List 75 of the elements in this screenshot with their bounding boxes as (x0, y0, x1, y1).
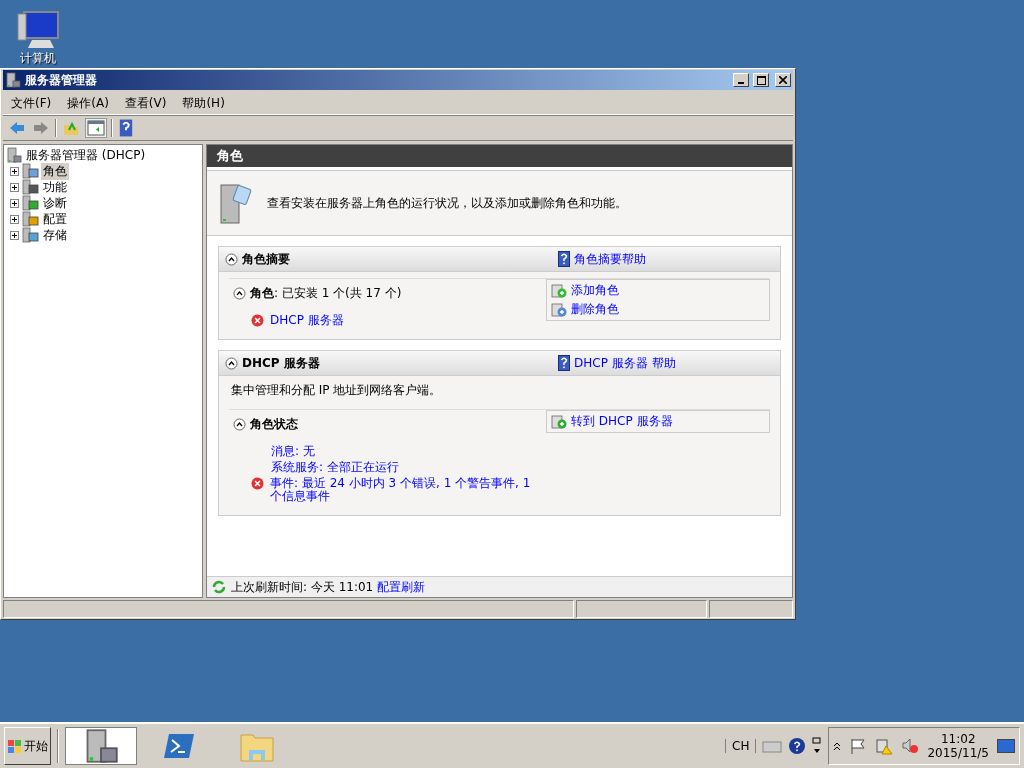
taskbar-app-button[interactable] (65, 727, 137, 765)
language-indicator[interactable]: CH (725, 739, 757, 753)
tree-item[interactable]: 角色 (41, 162, 69, 180)
help-icon (558, 355, 570, 371)
error-icon (251, 314, 264, 327)
speaker-muted-icon[interactable] (901, 737, 920, 755)
refresh-icon (211, 579, 227, 595)
error-icon (251, 477, 264, 490)
menu-item[interactable]: 文件(F) (3, 94, 60, 112)
help-link[interactable]: DHCP 服务器 帮助 (558, 354, 774, 372)
intro-text: 查看安装在服务器上角色的运行状况，以及添加或删除角色和功能。 (267, 194, 627, 212)
help-link[interactable]: 角色摘要帮助 (558, 250, 774, 268)
expand-icon[interactable] (10, 166, 19, 176)
close-icon (779, 76, 787, 84)
expand-icon[interactable] (10, 230, 19, 240)
collapse-icon[interactable] (225, 252, 238, 266)
desktop-icon-label[interactable]: 计算机 (20, 50, 56, 67)
menu-item[interactable]: 操作(A) (59, 94, 117, 112)
add-role-icon (551, 282, 567, 299)
windows-logo-icon (7, 738, 23, 754)
features-icon (21, 179, 39, 195)
remove-role-icon (551, 301, 567, 318)
help-button[interactable] (117, 117, 135, 139)
collapse-icon[interactable] (233, 287, 246, 300)
pane-header: 角色 (207, 145, 792, 170)
configure-refresh-link[interactable]: 配置刷新 (377, 578, 426, 596)
tree-item[interactable]: 存储 (41, 226, 69, 244)
server-tag-icon (219, 181, 253, 225)
refresh-time: 上次刷新时间: 今天 11:01 (231, 578, 374, 596)
flag-icon[interactable] (849, 737, 868, 755)
window-title: 服务器管理器 (25, 71, 98, 89)
powershell-icon (163, 732, 195, 760)
collapse-icon[interactable] (225, 356, 238, 370)
status-link[interactable]: DHCP 服务器 (270, 314, 344, 327)
expand-icon[interactable] (10, 198, 19, 208)
collapse-icon[interactable] (233, 418, 246, 431)
clock-date[interactable]: 2015/11/5 (927, 746, 989, 760)
app-icon (5, 72, 21, 88)
window-arrow-icon (551, 413, 567, 430)
help-icon (558, 251, 570, 267)
section-title: DHCP 服务器 (242, 354, 321, 372)
tree-item[interactable]: 功能 (41, 178, 69, 196)
server-manager-icon (6, 147, 22, 163)
minimize-button[interactable] (733, 73, 749, 87)
configuration-icon (21, 211, 39, 227)
section-description: 集中管理和分配 IP 地址到网络客户端。 (230, 382, 443, 399)
maximize-button[interactable] (753, 73, 769, 87)
show-hide-pane-button[interactable] (85, 118, 107, 138)
chevron-up-icon[interactable] (833, 741, 842, 751)
computer-icon[interactable] (16, 10, 60, 50)
diagnostics-icon (21, 195, 39, 211)
expand-icon[interactable] (10, 214, 19, 224)
status-link[interactable]: 系统服务: 全部正在运行 (271, 461, 399, 474)
clock-time[interactable]: 11:02 (940, 732, 976, 746)
menu-item[interactable]: 帮助(H) (174, 94, 233, 112)
action-link[interactable]: 添加角色 (551, 282, 765, 299)
action-link[interactable]: 删除角色 (551, 301, 765, 318)
tree-item[interactable]: 诊断 (41, 194, 69, 212)
help-icon[interactable] (788, 737, 807, 755)
tree-item[interactable]: 服务器管理器 (DHCP) (24, 146, 148, 164)
close-button[interactable] (775, 73, 791, 87)
storage-icon (21, 227, 39, 243)
menu-item[interactable]: 查看(V) (116, 94, 175, 112)
restore-icon[interactable] (812, 737, 823, 755)
action-link[interactable]: 转到 DHCP 服务器 (551, 413, 765, 430)
section-title: 角色摘要 (242, 250, 291, 268)
start-button[interactable]: 开始 (4, 727, 51, 765)
subsection-title: 角色: 已安装 1 个(共 17 个) (250, 285, 402, 302)
subsection-title: 角色状态 (250, 416, 298, 433)
status-link[interactable]: 事件: 最近 24 小时内 3 个错误, 1 个警告事件, 1 个信息事件 (270, 477, 540, 503)
status-link[interactable]: 消息: 无 (271, 445, 315, 458)
roles-icon (21, 163, 39, 179)
expand-icon[interactable] (10, 182, 19, 192)
maximize-icon (756, 75, 766, 85)
tree-item[interactable]: 配置 (41, 210, 69, 228)
